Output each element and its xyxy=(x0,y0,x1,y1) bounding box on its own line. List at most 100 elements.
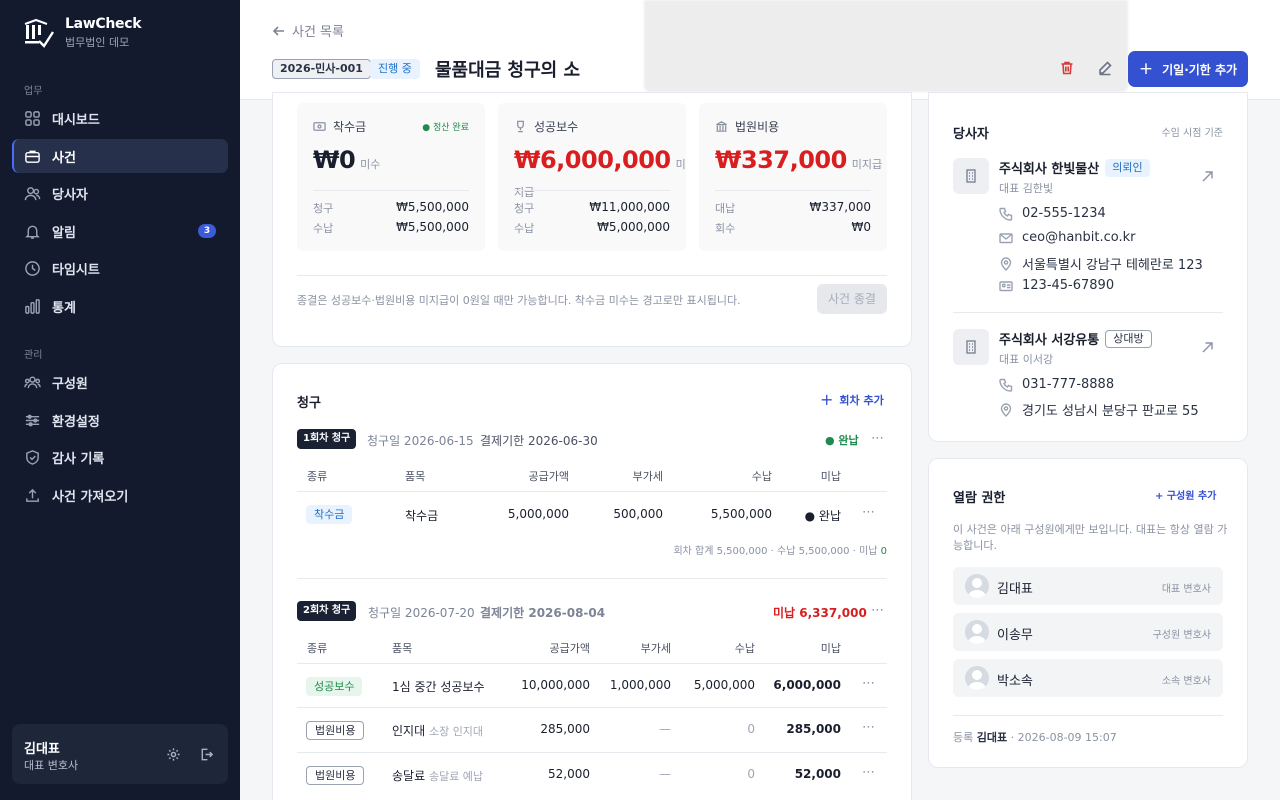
divider xyxy=(953,312,1223,313)
building-icon xyxy=(953,158,989,194)
retainer-billed-row: 청구 ₩5,500,000 xyxy=(313,200,469,216)
type-chip: 법원비용 xyxy=(306,721,365,740)
sidebar-item-label: 알림 xyxy=(52,225,76,241)
divider xyxy=(297,578,887,579)
avatar xyxy=(965,666,989,690)
open-external-icon[interactable] xyxy=(1200,169,1215,184)
court-cost-amount-note: 미지급 xyxy=(851,158,883,171)
party-name[interactable]: 주식회사 서강유통 상대방 xyxy=(999,329,1152,348)
sidebar-item-cases[interactable]: 사건 xyxy=(12,139,228,173)
more-icon[interactable]: ⋯ xyxy=(871,431,885,446)
unpaid-amount: 52,000 xyxy=(794,767,841,781)
address-text: 경기도 성남시 분당구 판교로 55 xyxy=(1022,404,1199,419)
sidebar-item-stats[interactable]: 통계 xyxy=(12,289,228,323)
open-external-icon[interactable] xyxy=(1200,340,1215,355)
party-phone: 02-555-1234 xyxy=(999,206,1106,221)
party-representative: 대표 이서강 xyxy=(999,353,1054,366)
member-name: 김대표 xyxy=(997,582,1033,597)
col-type: 종류 xyxy=(307,470,328,483)
sidebar-item-label: 사건 xyxy=(52,150,76,166)
sidebar-item-alerts[interactable]: 알림 3 xyxy=(12,214,228,248)
registration-prefix: 등록 xyxy=(953,731,977,744)
invoice-round-tag: 2회차 청구 xyxy=(297,601,357,621)
map-pin-icon xyxy=(1000,402,1012,417)
more-icon[interactable]: ⋯ xyxy=(862,720,876,735)
sidebar-item-parties[interactable]: 당사자 xyxy=(12,176,228,210)
sidebar-item-settings[interactable]: 환경설정 xyxy=(12,403,228,437)
trash-icon[interactable] xyxy=(1059,60,1075,76)
add-member-button[interactable]: + 구성원 추가 xyxy=(1155,487,1216,502)
list-item[interactable]: 이송무 구성원 변호사 xyxy=(953,613,1223,651)
type-chip: 법원비용 xyxy=(306,766,365,785)
divider xyxy=(297,707,887,708)
briefcase-icon xyxy=(25,150,40,163)
court-cost-box: 법원비용 ₩337,000 미지급 대납 ₩337,000 회수 ₩0 xyxy=(699,103,887,251)
court-cost-recovered-row: 회수 ₩0 xyxy=(715,220,871,236)
list-item[interactable]: 박소속 소속 변호사 xyxy=(953,659,1223,697)
paid-amount: 0 xyxy=(747,767,755,781)
logout-icon[interactable] xyxy=(199,747,214,762)
registered-at: · 2026-08-09 15:07 xyxy=(1007,731,1117,744)
sidebar-item-label: 구성원 xyxy=(52,376,88,392)
court-cost-amount: ₩337,000 미지급 xyxy=(715,146,882,174)
building-icon xyxy=(953,329,989,365)
list-item[interactable]: 김대표 대표 변호사 xyxy=(953,567,1223,605)
more-icon[interactable]: ⋯ xyxy=(871,603,885,618)
sidebar-item-timesheet[interactable]: 타임시트 xyxy=(12,251,228,285)
app-name: LawCheck xyxy=(65,16,142,32)
building-icon-svg xyxy=(966,169,976,183)
item-subtext: 송달료 예납 xyxy=(428,770,484,783)
org-name: 법무법인 데모 xyxy=(65,36,130,49)
invoice-state: 미납 6,337,000 xyxy=(773,606,867,620)
retainer-paid-row: 수납 ₩5,500,000 xyxy=(313,220,469,236)
user-role: 대표 변호사 xyxy=(24,759,79,772)
sidebar-item-dashboard[interactable]: 대시보드 xyxy=(12,101,228,135)
type-chip: 착수금 xyxy=(306,505,353,524)
divider xyxy=(313,190,469,191)
more-icon[interactable]: ⋯ xyxy=(862,765,876,780)
access-description: 이 사건은 아래 구성원에게만 보입니다. 대표는 항상 열람 가능합니다. xyxy=(953,523,1228,552)
edit-icon[interactable] xyxy=(1097,60,1113,76)
party-representative: 대표 김한빛 xyxy=(999,182,1054,195)
col-supply: 공급가액 xyxy=(528,470,569,483)
parties-card: 당사자 수임 시점 기준 주식회사 한빛물산 의뢰인 대표 김한빛 02-555… xyxy=(928,92,1248,442)
close-case-button[interactable]: 사건 종결 xyxy=(817,284,887,314)
court-cost-advanced-row: 대납 ₩337,000 xyxy=(715,200,871,216)
unpaid-amount: 6,000,000 xyxy=(773,678,841,692)
more-icon[interactable]: ⋯ xyxy=(862,505,876,520)
gear-icon[interactable] xyxy=(166,747,181,762)
access-card: 열람 권한 + 구성원 추가 이 사건은 아래 구성원에게만 보입니다. 대표는… xyxy=(928,458,1248,768)
brand[interactable]: LawCheck 법무법인 데모 xyxy=(22,16,142,50)
courthouse-logo-icon xyxy=(24,18,54,48)
item-name-text: 송달료 xyxy=(392,769,426,783)
retainer-amount-value: ₩0 xyxy=(313,146,356,174)
sidebar-item-audit[interactable]: 감사 기록 xyxy=(12,440,228,474)
member-role: 대표 변호사 xyxy=(1161,584,1211,595)
success-fee-billed-row: 청구 ₩11,000,000 xyxy=(514,200,670,216)
retainer-box: 착수금 ● 정산 완료 ₩0 미수 청구 ₩5,500,000 수납 ₩5,500,0… xyxy=(297,103,485,251)
building-icon-svg xyxy=(966,340,976,354)
divider xyxy=(514,190,670,191)
add-deadline-button[interactable]: + 기일·기한 추가 xyxy=(1128,51,1248,87)
more-icon[interactable]: ⋯ xyxy=(862,676,876,691)
sidebar-item-import[interactable]: 사건 가져오기 xyxy=(12,478,228,512)
member-name: 박소속 xyxy=(997,674,1033,689)
divider xyxy=(297,275,887,276)
sidebar-item-members[interactable]: 구성원 xyxy=(12,365,228,399)
party-name[interactable]: 주식회사 한빛물산 의뢰인 xyxy=(999,158,1150,177)
phone-text: 031-777-8888 xyxy=(1022,377,1115,392)
invoice-round-tag: 1회차 청구 xyxy=(297,429,357,449)
success-fee-paid-row: 수납 ₩5,000,000 xyxy=(514,220,670,236)
add-round-button[interactable]: + 회차 추가 xyxy=(820,390,884,409)
sidebar-item-label: 감사 기록 xyxy=(52,451,105,467)
user-name: 김대표 xyxy=(24,742,60,757)
bar-chart-icon xyxy=(25,298,40,314)
back-to-case-list-link[interactable]: 사건 목록 xyxy=(272,21,344,40)
id-card-icon xyxy=(999,280,1013,291)
team-icon xyxy=(24,376,41,388)
col-unpaid: 미납 xyxy=(820,470,841,483)
col-vat: 부가세 xyxy=(632,470,663,483)
unpaid-amount: ● 완납 xyxy=(804,509,841,523)
map-pin-icon xyxy=(1000,256,1012,271)
sidebar-item-label: 통계 xyxy=(52,300,76,316)
